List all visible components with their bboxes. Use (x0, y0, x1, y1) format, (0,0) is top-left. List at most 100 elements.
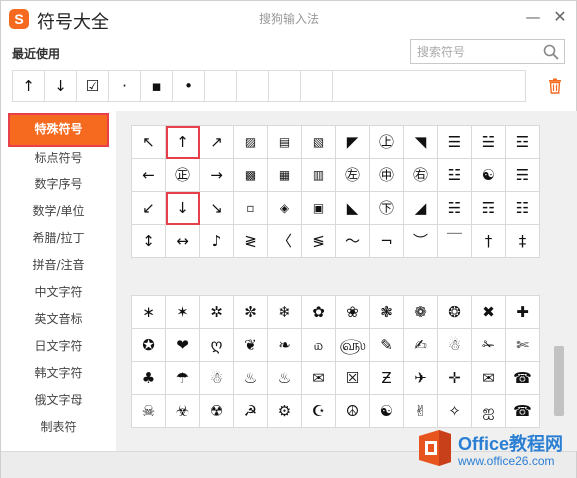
symbol-cell[interactable]: ☃ (438, 329, 472, 362)
symbol-cell[interactable]: ▤ (268, 126, 302, 159)
symbol-cell[interactable]: ♣ (132, 362, 166, 395)
symbol-cell[interactable]: ￣ (438, 225, 472, 258)
symbol-cell[interactable]: ❄ (268, 296, 302, 329)
symbol-cell[interactable]: ✈ (404, 362, 438, 395)
symbol-cell[interactable]: ‡ (506, 225, 540, 258)
symbol-cell[interactable]: ✉ (472, 362, 506, 395)
scrollbar-thumb[interactable] (554, 346, 564, 416)
category-russian-letters[interactable]: 俄文字母 (1, 387, 116, 413)
recent-symbol[interactable]: ↑ (13, 71, 45, 101)
category-japanese-chars[interactable]: 日文字符 (1, 333, 116, 359)
symbol-cell[interactable]: ☒ (336, 362, 370, 395)
category-math-units[interactable]: 数学/单位 (1, 198, 116, 224)
symbol-cell[interactable]: ❦ (234, 329, 268, 362)
symbol-cell[interactable]: ☢ (200, 395, 234, 428)
symbol-cell[interactable]: ◈ (268, 192, 302, 225)
category-pinyin-zhuyin[interactable]: 拼音/注音 (1, 252, 116, 278)
symbol-cell[interactable]: ✧ (438, 395, 472, 428)
symbol-cell[interactable]: → (200, 159, 234, 192)
symbol-cell[interactable]: ✲ (200, 296, 234, 329)
symbol-cell[interactable]: 〜 (336, 225, 370, 258)
symbol-cell[interactable]: ㊧ (336, 159, 370, 192)
symbol-cell[interactable]: ✌ (404, 395, 438, 428)
symbol-cell[interactable]: ☎ (506, 395, 540, 428)
category-chinese-chars[interactable]: 中文字符 (1, 279, 116, 305)
symbol-cell[interactable]: ㊣ (166, 159, 200, 192)
symbol-cell[interactable]: 〈 (268, 225, 302, 258)
symbol-cell[interactable]: ☯ (370, 395, 404, 428)
symbol-cell[interactable]: ☷ (506, 192, 540, 225)
symbol-cell[interactable]: ❧ (268, 329, 302, 362)
symbol-cell[interactable]: ✎ (370, 329, 404, 362)
symbol-cell[interactable]: ❁ (404, 296, 438, 329)
recent-symbol-empty[interactable] (301, 71, 333, 101)
symbol-cell[interactable]: ☵ (438, 192, 472, 225)
recent-symbol[interactable]: ↓ (45, 71, 77, 101)
minimize-button[interactable]: — (523, 7, 543, 27)
symbol-cell[interactable]: ✼ (234, 296, 268, 329)
symbol-cell[interactable]: ☂ (166, 362, 200, 395)
symbol-cell[interactable]: ▫ (234, 192, 268, 225)
symbol-cell[interactable]: ↙ (132, 192, 166, 225)
symbol-cell[interactable]: ✄ (506, 329, 540, 362)
symbol-cell[interactable]: ◤ (336, 126, 370, 159)
symbol-cell[interactable]: ☭ (234, 395, 268, 428)
symbol-cell[interactable]: ㊥ (370, 159, 404, 192)
category-punctuation[interactable]: 标点符号 (1, 145, 116, 171)
vertical-scrollbar[interactable] (552, 111, 566, 451)
symbol-cell[interactable]: ◥ (404, 126, 438, 159)
symbol-cell[interactable]: ☱ (472, 126, 506, 159)
symbol-cell[interactable]: ღ (200, 329, 234, 362)
symbol-cell[interactable]: ¬ (370, 225, 404, 258)
symbol-cell[interactable]: ▩ (234, 159, 268, 192)
close-button[interactable]: ✕ (550, 7, 570, 27)
symbol-cell[interactable]: ↔ (166, 225, 200, 258)
symbol-cell[interactable]: ↑ (166, 126, 200, 159)
symbol-cell[interactable]: ✉ (302, 362, 336, 395)
symbol-cell[interactable]: ❂ (438, 296, 472, 329)
symbol-cell[interactable]: ✿ (302, 296, 336, 329)
symbol-cell[interactable]: ஐ (472, 395, 506, 428)
category-english-phonetic[interactable]: 英文音标 (1, 306, 116, 332)
symbol-cell[interactable]: ← (132, 159, 166, 192)
symbol-cell[interactable]: ☠ (132, 395, 166, 428)
recent-symbol[interactable]: · (109, 71, 141, 101)
symbol-cell[interactable]: ✁ (472, 329, 506, 362)
category-korean-chars[interactable]: 韩文字符 (1, 360, 116, 386)
symbol-cell[interactable]: ☰ (438, 126, 472, 159)
category-special-symbols[interactable]: 特殊符号 (8, 113, 109, 147)
symbol-cell[interactable]: ✶ (166, 296, 200, 329)
symbol-cell[interactable]: ▨ (234, 126, 268, 159)
symbol-cell[interactable]: ☣ (166, 395, 200, 428)
category-greek-latin[interactable]: 希腊/拉丁 (1, 225, 116, 251)
symbol-cell[interactable]: ↓ (166, 192, 200, 225)
symbol-cell[interactable]: ◣ (336, 192, 370, 225)
symbol-cell[interactable]: ❃ (370, 296, 404, 329)
symbol-cell[interactable]: ✚ (506, 296, 540, 329)
symbol-cell[interactable]: ㊤ (370, 126, 404, 159)
symbol-cell[interactable]: Ƶ (370, 362, 404, 395)
symbol-cell[interactable]: ◢ (404, 192, 438, 225)
recent-symbol-empty[interactable] (205, 71, 237, 101)
symbol-cell[interactable]: ✛ (438, 362, 472, 395)
symbol-cell[interactable]: ☎ (506, 362, 540, 395)
symbol-cell[interactable]: ♨ (268, 362, 302, 395)
symbol-cell[interactable]: ▥ (302, 159, 336, 192)
symbol-cell[interactable]: ✖ (472, 296, 506, 329)
symbol-cell[interactable]: ☪ (302, 395, 336, 428)
symbol-cell[interactable]: ௵ (336, 329, 370, 362)
search-input[interactable] (411, 40, 539, 63)
symbol-cell[interactable]: ☴ (506, 159, 540, 192)
symbol-cell[interactable]: ௰ (302, 329, 336, 362)
symbol-cell[interactable]: ⚙ (268, 395, 302, 428)
recent-symbol[interactable]: ▪ (141, 71, 173, 101)
symbol-cell[interactable]: ✍ (404, 329, 438, 362)
symbol-cell[interactable]: ☃ (200, 362, 234, 395)
symbol-cell[interactable]: ☯ (472, 159, 506, 192)
recent-symbol[interactable]: ☑ (77, 71, 109, 101)
recent-symbol-empty[interactable] (269, 71, 301, 101)
symbol-cell[interactable]: ▣ (302, 192, 336, 225)
symbol-cell[interactable]: ↕ (132, 225, 166, 258)
symbol-cell[interactable]: † (472, 225, 506, 258)
symbol-cell[interactable]: ☮ (336, 395, 370, 428)
